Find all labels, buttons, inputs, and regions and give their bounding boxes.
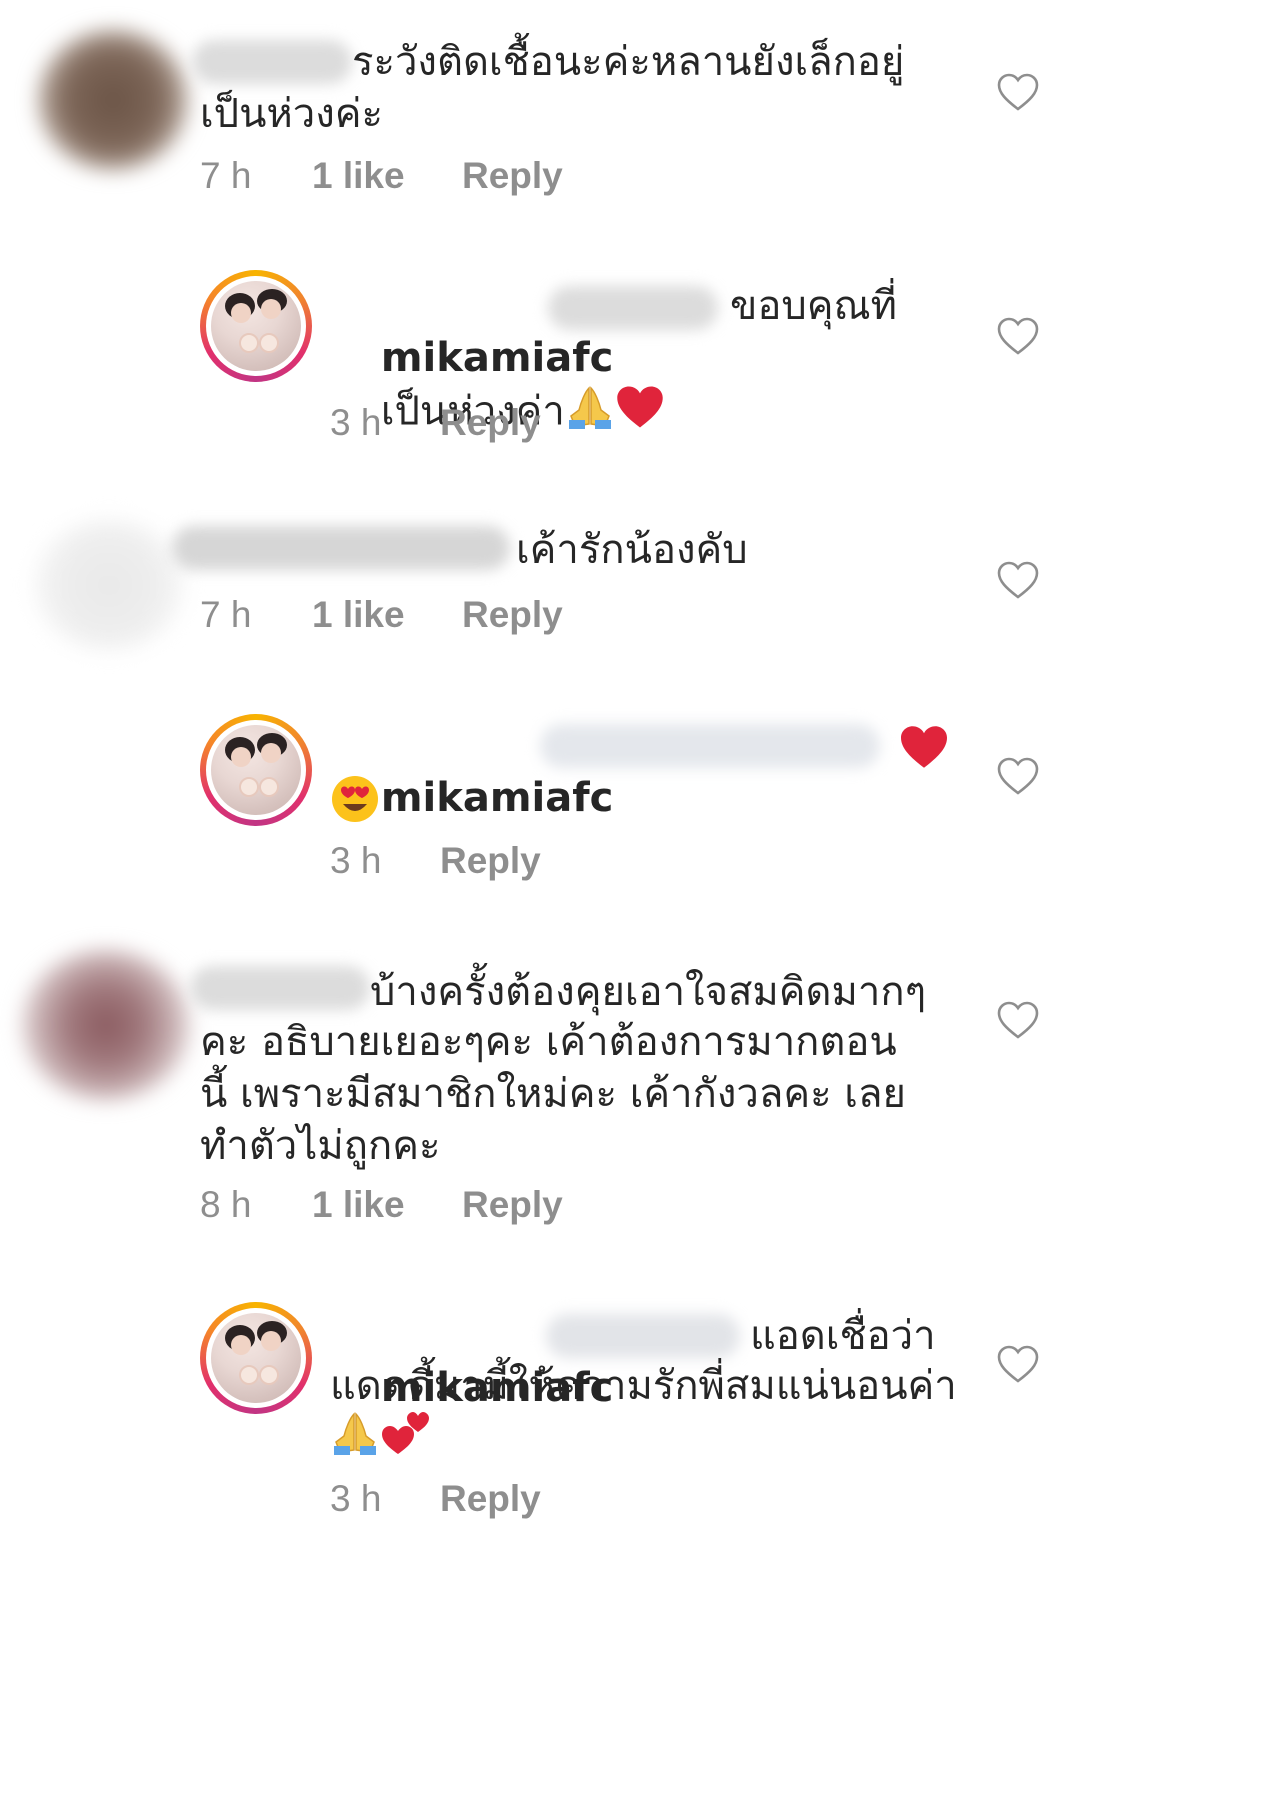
like-count[interactable]: 1 like [312,155,405,197]
like-count[interactable]: 1 like [312,1184,405,1226]
avatar[interactable] [200,714,312,826]
comment-text: เค้ารักน้องคับ [516,527,748,573]
comment-text-line1: ขอบคุณที่ [730,283,897,329]
username-blurred[interactable] [172,526,510,570]
mention-blurred[interactable] [546,1314,740,1358]
reply-button[interactable]: Reply [462,594,563,636]
comment-username[interactable]: mikamiafc [381,775,613,821]
avatar[interactable] [200,1302,312,1414]
like-count[interactable]: 1 like [312,594,405,636]
comment-time: 8 h [200,1184,252,1225]
comment-text-line2: แดดดี้มามี้ให้ความรักพี่สมแน่นอนค่า [330,1363,957,1409]
reply-button[interactable]: Reply [440,402,541,444]
comment-time: 7 h [200,594,252,635]
avatar[interactable] [34,520,184,650]
mention-blurred[interactable] [548,286,718,330]
heart-outline-icon[interactable] [996,560,1040,600]
folded-hands-emoji [565,384,615,443]
comment-text-line1: บ้างครั้งต้องคุยเอาใจสมคิดมากๆ [370,969,927,1015]
heart-eyes-emoji [330,774,380,828]
folded-hands-emoji [330,1410,380,1460]
comment-time: 3 h [330,840,382,881]
reply-button[interactable]: Reply [462,1184,563,1226]
username-blurred[interactable] [190,966,370,1010]
reply-button[interactable]: Reply [440,840,541,882]
comment-time: 3 h [330,402,382,443]
two-hearts-emoji [380,1410,432,1460]
heart-outline-icon[interactable] [996,316,1040,356]
comment-time: 7 h [200,155,252,196]
comment-time: 3 h [330,1478,382,1519]
avatar-photo [211,1313,301,1403]
mention-blurred[interactable] [540,724,880,768]
avatar[interactable] [22,950,190,1100]
heart-outline-icon[interactable] [996,1000,1040,1040]
heart-outline-icon[interactable] [996,1344,1040,1384]
reply-button[interactable]: Reply [440,1478,541,1520]
heart-outline-icon[interactable] [996,756,1040,796]
comment-emojis [330,1410,432,1460]
reply-button[interactable]: Reply [462,155,563,197]
avatar-photo [211,281,301,371]
heart-outline-icon[interactable] [996,72,1040,112]
avatar[interactable] [38,30,188,170]
red-heart-emoji [898,724,950,774]
comment-text: คะ อธิบายเยอะๆคะ เค้าต้องการมากตอน นี้ เ… [200,1019,906,1169]
comment-text: ระวังติดเชื้อนะค่ะหลานยังเล็กอยู่ เป็นห่… [200,39,905,137]
avatar[interactable] [200,270,312,382]
comment-text-line1: แอดเชื่อว่า [750,1313,936,1359]
red-heart-emoji [615,384,665,443]
avatar-photo [211,725,301,815]
